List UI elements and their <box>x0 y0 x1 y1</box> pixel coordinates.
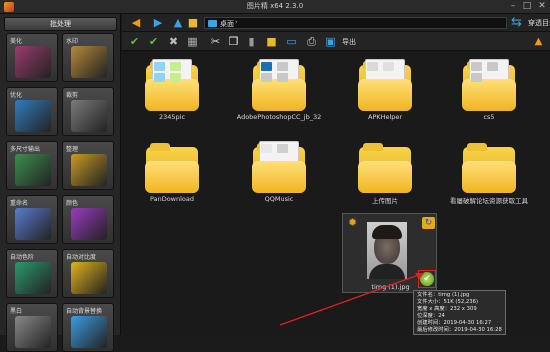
check-icon[interactable]: ✔ <box>128 35 141 48</box>
tool-tile-label: 重命名 <box>10 200 29 207</box>
tool-tile[interactable]: 美化 <box>6 33 58 82</box>
export-icon[interactable]: ▣ <box>324 35 337 48</box>
tool-tile[interactable]: 颜色 <box>62 195 114 244</box>
window-title: 图片精 x64 2.3.0 <box>246 2 304 10</box>
minimize-button[interactable]: – <box>506 1 520 12</box>
tool-tile-label: 黑白 <box>10 308 23 315</box>
copy-icon[interactable]: ❐ <box>227 35 240 48</box>
tool-tile-label: 美化 <box>10 38 23 45</box>
tool-tile[interactable]: 重命名 <box>6 195 58 244</box>
tool-tile[interactable]: 自动色阶 <box>6 249 58 298</box>
rename-icon <box>15 208 51 240</box>
navigation-bar: ◀ ▶ ▲ ■ 桌面 › ⇆ 穿透目录 <box>122 14 550 32</box>
auto-contrast-icon <box>71 262 107 294</box>
scissors-icon[interactable]: ✂ <box>209 35 222 48</box>
usb-icon[interactable]: ▭ <box>285 35 298 48</box>
address-text: 桌面 <box>220 20 234 28</box>
switch-directory-label[interactable]: 穿透目录 <box>528 18 550 28</box>
annotation-arrow <box>279 272 425 326</box>
color-icon <box>71 208 107 240</box>
optimize-icon <box>15 100 51 132</box>
tool-tile-label: 整理 <box>66 146 79 153</box>
tool-tile[interactable]: 优化 <box>6 87 58 136</box>
tool-tile-label: 优化 <box>10 92 23 99</box>
up-arrow-icon[interactable]: ▲ <box>172 17 184 29</box>
tool-tile-label: 自动对比度 <box>66 254 97 261</box>
tool-tile[interactable]: 多尺寸输出 <box>6 141 58 190</box>
tool-tile[interactable]: 整理 <box>62 141 114 190</box>
forward-arrow-icon[interactable]: ▶ <box>152 17 164 29</box>
crop-icon <box>71 100 107 132</box>
makeup-icon <box>15 46 51 78</box>
tool-tile[interactable]: 黑白 <box>6 303 58 352</box>
paste-icon[interactable]: ▮ <box>245 35 258 48</box>
tool-tile-label: 自动色阶 <box>10 254 35 261</box>
tool-tile[interactable]: 水印 <box>62 33 114 82</box>
file-browser: 2345pic AdobePhotoshopCC_jb_32 APKHelper cs… <box>122 51 550 335</box>
desktop-folder-icon <box>208 20 217 27</box>
tool-tile-label: 水印 <box>66 38 79 45</box>
left-panel: 批处理 美化 水印优化 裁剪多尺寸输出 整理重命名 颜色自动色阶 自动对比度黑白 自动背景替… <box>0 14 121 352</box>
background-replace-icon <box>71 316 107 348</box>
folder-icon[interactable]: ■ <box>187 17 199 29</box>
maximize-button[interactable]: □ <box>520 1 534 12</box>
tool-tile[interactable]: 自动背景替换 <box>62 303 114 352</box>
address-chevron[interactable]: › <box>235 18 238 26</box>
export-label[interactable]: 导出 <box>342 37 356 47</box>
check-all-icon[interactable]: ✔ <box>147 35 160 48</box>
title-bar: 图片精 x64 2.3.0 – □ ✕ <box>0 0 550 14</box>
trash-icon[interactable]: ▦ <box>186 35 199 48</box>
switch-directory-icon[interactable]: ⇆ <box>511 16 525 30</box>
back-arrow-icon[interactable]: ◀ <box>130 17 142 29</box>
tool-tile[interactable]: 裁剪 <box>62 87 114 136</box>
auto-levels-icon <box>15 262 51 294</box>
tool-tile[interactable]: 自动对比度 <box>62 249 114 298</box>
resize-output-icon <box>15 154 51 186</box>
address-bar[interactable]: 桌面 › <box>204 17 507 29</box>
close-button[interactable]: ✕ <box>535 1 549 12</box>
watermark-icon <box>71 46 107 78</box>
open-folder-icon[interactable]: ■ <box>265 35 278 48</box>
tool-tile-label: 裁剪 <box>66 92 79 99</box>
tool-tile-label: 颜色 <box>66 200 79 207</box>
app-window: 图片精 x64 2.3.0 – □ ✕ 批处理 美化 水印优化 裁剪多尺寸输出 整理重… <box>0 0 550 352</box>
tool-tile-label: 多尺寸输出 <box>10 146 41 153</box>
print-icon[interactable]: ⎙ <box>305 35 318 48</box>
tool-tile-label: 自动背景替换 <box>66 308 103 315</box>
organize-icon <box>71 154 107 186</box>
black-white-icon <box>15 316 51 348</box>
tools-icon[interactable]: ✖ <box>167 35 180 48</box>
collapse-up-icon[interactable]: ▲ <box>532 35 545 48</box>
toolbar: ✔ ✔ ✖ ▦ ✂ ❐ ▮ ■ ▭ ⎙ ▣ 导出 ▲ <box>122 32 550 51</box>
batch-process-button[interactable]: 批处理 <box>4 17 117 31</box>
